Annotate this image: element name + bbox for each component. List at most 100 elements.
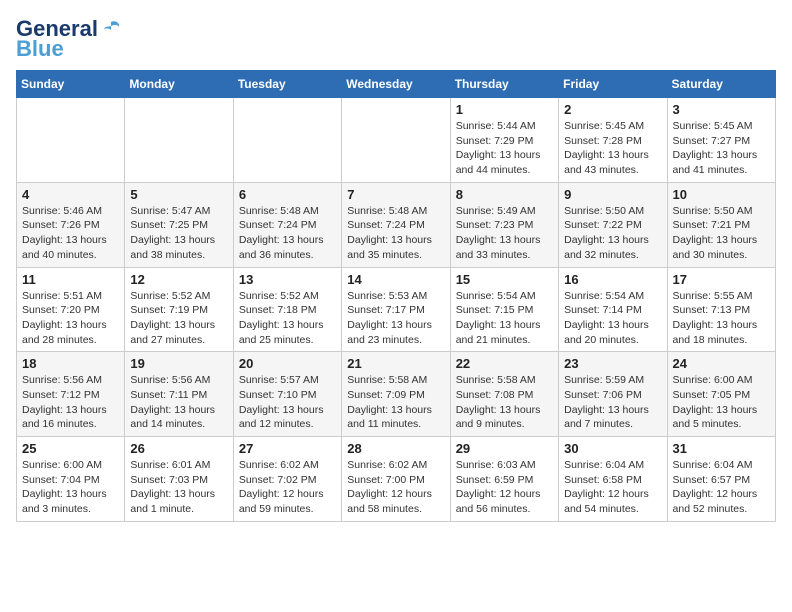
day-cell: 20Sunrise: 5:57 AM Sunset: 7:10 PM Dayli… xyxy=(233,352,341,437)
day-cell xyxy=(233,98,341,183)
day-cell: 6 Sunrise: 5:48 AM Sunset: 7:24 PM Daylig… xyxy=(233,182,341,267)
day-info: Sunrise: 5:57 AM Sunset: 7:10 PM Dayligh… xyxy=(239,373,336,432)
day-cell: 13 Sunrise: 5:52 AM Sunset: 7:18 PM Dayli… xyxy=(233,267,341,352)
day-info: Sunrise: 5:58 AM Sunset: 7:09 PM Dayligh… xyxy=(347,373,444,432)
day-number: 2 xyxy=(564,102,661,117)
col-header-tuesday: Tuesday xyxy=(233,71,341,98)
day-info: Sunrise: 5:52 AM Sunset: 7:19 PM Dayligh… xyxy=(130,289,227,348)
day-cell: 28 Sunrise: 6:02 AM Sunset: 7:00 PM Dayli… xyxy=(342,437,450,522)
logo-bird-icon xyxy=(100,18,122,40)
day-cell: 11 Sunrise: 5:51 AM Sunset: 7:20 PM Dayli… xyxy=(17,267,125,352)
week-row-1: 1 Sunrise: 5:44 AM Sunset: 7:29 PM Daylig… xyxy=(17,98,776,183)
day-number: 11 xyxy=(22,272,119,287)
day-info: Sunrise: 5:50 AM Sunset: 7:22 PM Dayligh… xyxy=(564,204,661,263)
day-info: Sunrise: 5:55 AM Sunset: 7:13 PM Dayligh… xyxy=(673,289,770,348)
day-cell: 15Sunrise: 5:54 AM Sunset: 7:15 PM Dayli… xyxy=(450,267,558,352)
day-cell: 2Sunrise: 5:45 AM Sunset: 7:28 PM Daylig… xyxy=(559,98,667,183)
day-cell: 29 Sunrise: 6:03 AM Sunset: 6:59 PM Dayli… xyxy=(450,437,558,522)
day-info: Sunrise: 5:52 AM Sunset: 7:18 PM Dayligh… xyxy=(239,289,336,348)
day-info: Sunrise: 5:58 AM Sunset: 7:08 PM Dayligh… xyxy=(456,373,553,432)
day-number: 27 xyxy=(239,441,336,456)
day-cell xyxy=(125,98,233,183)
day-cell: 26 Sunrise: 6:01 AM Sunset: 7:03 PM Dayli… xyxy=(125,437,233,522)
day-cell: 21 Sunrise: 5:58 AM Sunset: 7:09 PM Dayli… xyxy=(342,352,450,437)
day-info: Sunrise: 6:02 AM Sunset: 7:02 PM Dayligh… xyxy=(239,458,336,517)
day-number: 15 xyxy=(456,272,553,287)
day-number: 24 xyxy=(673,356,770,371)
day-cell: 24 Sunrise: 6:00 AM Sunset: 7:05 PM Dayli… xyxy=(667,352,775,437)
day-cell: 9 Sunrise: 5:50 AM Sunset: 7:22 PM Daylig… xyxy=(559,182,667,267)
day-number: 13 xyxy=(239,272,336,287)
day-number: 3 xyxy=(673,102,770,117)
day-cell: 12Sunrise: 5:52 AM Sunset: 7:19 PM Dayli… xyxy=(125,267,233,352)
day-number: 21 xyxy=(347,356,444,371)
day-info: Sunrise: 5:56 AM Sunset: 7:11 PM Dayligh… xyxy=(130,373,227,432)
day-info: Sunrise: 5:53 AM Sunset: 7:17 PM Dayligh… xyxy=(347,289,444,348)
day-number: 19 xyxy=(130,356,227,371)
day-info: Sunrise: 6:01 AM Sunset: 7:03 PM Dayligh… xyxy=(130,458,227,517)
week-row-5: 25 Sunrise: 6:00 AM Sunset: 7:04 PM Dayli… xyxy=(17,437,776,522)
day-cell: 4Sunrise: 5:46 AM Sunset: 7:26 PM Daylig… xyxy=(17,182,125,267)
day-info: Sunrise: 6:03 AM Sunset: 6:59 PM Dayligh… xyxy=(456,458,553,517)
day-number: 8 xyxy=(456,187,553,202)
day-cell: 17 Sunrise: 5:55 AM Sunset: 7:13 PM Dayli… xyxy=(667,267,775,352)
week-row-3: 11 Sunrise: 5:51 AM Sunset: 7:20 PM Dayli… xyxy=(17,267,776,352)
day-number: 22 xyxy=(456,356,553,371)
week-row-2: 4Sunrise: 5:46 AM Sunset: 7:26 PM Daylig… xyxy=(17,182,776,267)
day-number: 4 xyxy=(22,187,119,202)
page-header: General Blue xyxy=(16,16,776,60)
day-cell: 7Sunrise: 5:48 AM Sunset: 7:24 PM Daylig… xyxy=(342,182,450,267)
day-info: Sunrise: 5:48 AM Sunset: 7:24 PM Dayligh… xyxy=(347,204,444,263)
day-cell: 16 Sunrise: 5:54 AM Sunset: 7:14 PM Dayli… xyxy=(559,267,667,352)
day-number: 14 xyxy=(347,272,444,287)
day-cell: 1 Sunrise: 5:44 AM Sunset: 7:29 PM Daylig… xyxy=(450,98,558,183)
day-number: 30 xyxy=(564,441,661,456)
col-header-thursday: Thursday xyxy=(450,71,558,98)
day-cell xyxy=(342,98,450,183)
day-info: Sunrise: 5:51 AM Sunset: 7:20 PM Dayligh… xyxy=(22,289,119,348)
day-number: 29 xyxy=(456,441,553,456)
day-cell: 19 Sunrise: 5:56 AM Sunset: 7:11 PM Dayli… xyxy=(125,352,233,437)
day-info: Sunrise: 6:02 AM Sunset: 7:00 PM Dayligh… xyxy=(347,458,444,517)
column-headers: SundayMondayTuesdayWednesdayThursdayFrid… xyxy=(17,71,776,98)
week-row-4: 18Sunrise: 5:56 AM Sunset: 7:12 PM Dayli… xyxy=(17,352,776,437)
day-number: 16 xyxy=(564,272,661,287)
col-header-saturday: Saturday xyxy=(667,71,775,98)
day-info: Sunrise: 6:00 AM Sunset: 7:05 PM Dayligh… xyxy=(673,373,770,432)
day-number: 31 xyxy=(673,441,770,456)
day-number: 5 xyxy=(130,187,227,202)
col-header-friday: Friday xyxy=(559,71,667,98)
day-cell: 10Sunrise: 5:50 AM Sunset: 7:21 PM Dayli… xyxy=(667,182,775,267)
day-number: 6 xyxy=(239,187,336,202)
day-cell: 3 Sunrise: 5:45 AM Sunset: 7:27 PM Daylig… xyxy=(667,98,775,183)
logo: General Blue xyxy=(16,16,122,60)
col-header-wednesday: Wednesday xyxy=(342,71,450,98)
day-info: Sunrise: 5:44 AM Sunset: 7:29 PM Dayligh… xyxy=(456,119,553,178)
day-info: Sunrise: 6:00 AM Sunset: 7:04 PM Dayligh… xyxy=(22,458,119,517)
day-number: 28 xyxy=(347,441,444,456)
day-number: 9 xyxy=(564,187,661,202)
day-info: Sunrise: 5:45 AM Sunset: 7:27 PM Dayligh… xyxy=(673,119,770,178)
day-cell: 5Sunrise: 5:47 AM Sunset: 7:25 PM Daylig… xyxy=(125,182,233,267)
day-info: Sunrise: 5:48 AM Sunset: 7:24 PM Dayligh… xyxy=(239,204,336,263)
day-number: 17 xyxy=(673,272,770,287)
col-header-monday: Monday xyxy=(125,71,233,98)
day-cell: 25 Sunrise: 6:00 AM Sunset: 7:04 PM Dayli… xyxy=(17,437,125,522)
day-cell: 27 Sunrise: 6:02 AM Sunset: 7:02 PM Dayli… xyxy=(233,437,341,522)
day-cell: 8 Sunrise: 5:49 AM Sunset: 7:23 PM Daylig… xyxy=(450,182,558,267)
day-cell: 14 Sunrise: 5:53 AM Sunset: 7:17 PM Dayli… xyxy=(342,267,450,352)
day-number: 1 xyxy=(456,102,553,117)
day-info: Sunrise: 5:54 AM Sunset: 7:14 PM Dayligh… xyxy=(564,289,661,348)
day-number: 18 xyxy=(22,356,119,371)
day-number: 26 xyxy=(130,441,227,456)
day-info: Sunrise: 6:04 AM Sunset: 6:58 PM Dayligh… xyxy=(564,458,661,517)
day-cell: 22 Sunrise: 5:58 AM Sunset: 7:08 PM Dayli… xyxy=(450,352,558,437)
day-info: Sunrise: 6:04 AM Sunset: 6:57 PM Dayligh… xyxy=(673,458,770,517)
day-number: 25 xyxy=(22,441,119,456)
day-number: 23 xyxy=(564,356,661,371)
day-cell: 31 Sunrise: 6:04 AM Sunset: 6:57 PM Dayli… xyxy=(667,437,775,522)
day-info: Sunrise: 5:59 AM Sunset: 7:06 PM Dayligh… xyxy=(564,373,661,432)
day-number: 10 xyxy=(673,187,770,202)
col-header-sunday: Sunday xyxy=(17,71,125,98)
day-info: Sunrise: 5:49 AM Sunset: 7:23 PM Dayligh… xyxy=(456,204,553,263)
